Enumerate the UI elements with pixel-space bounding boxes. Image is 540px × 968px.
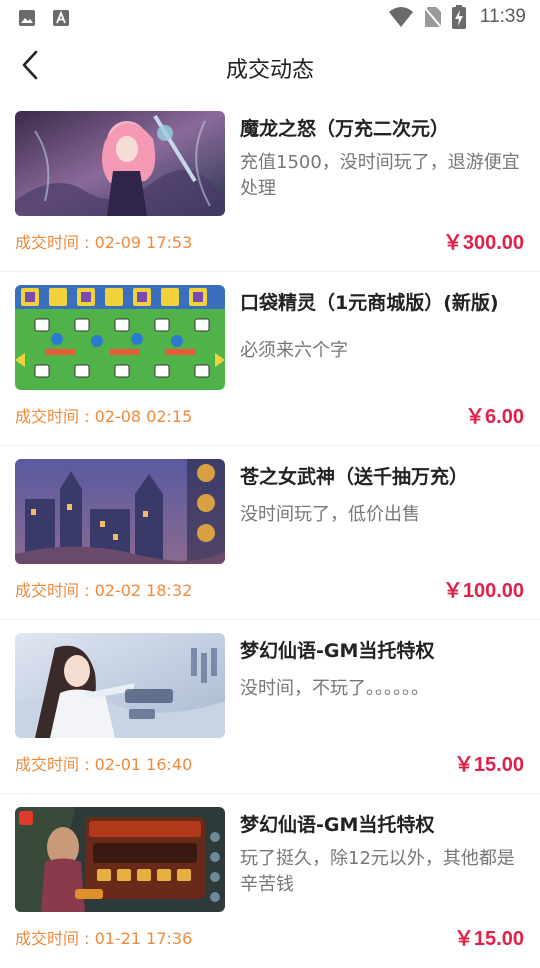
deal-price: ￥15.00 <box>453 928 524 950</box>
night-castle-town-image <box>15 459 225 564</box>
deal-description: 必须来六个字 <box>240 340 348 361</box>
deal-description: 玩了挺久，除12元以外，其他都是辛苦钱 <box>240 848 515 895</box>
title-bar: 成交动态 <box>0 36 540 98</box>
game-name: 魔龙之怒（万充二次元） <box>240 118 450 140</box>
deal-description: 没时间，不玩了。。。。。。 <box>240 678 429 699</box>
game-thumbnail <box>15 633 225 738</box>
game-name: 梦幻仙语-GM当托特权 <box>240 640 435 662</box>
deal-time: 成交时间 : 02-08 02:15 <box>15 407 193 426</box>
status-time: 11:39 <box>479 6 526 27</box>
no-sim-icon <box>424 6 442 28</box>
pixel-monster-grid-image <box>15 285 225 390</box>
deal-time: 成交时间 : 01-21 17:36 <box>15 929 193 948</box>
deal-price: ￥100.00 <box>442 580 524 602</box>
game-shop-dialog-image <box>15 807 225 912</box>
game-name: 口袋精灵（1元商城版）(新版) <box>240 292 499 314</box>
anime-girl-art-image <box>15 111 225 216</box>
game-name: 苍之女武神（送千抽万充） <box>240 466 469 488</box>
status-bar: 11:39 <box>0 0 540 36</box>
page-title: 成交动态 <box>225 58 314 83</box>
deal-item[interactable]: 梦幻仙语-GM当托特权 没时间，不玩了。。。。。。 成交时间 : 02-01 1… <box>0 620 540 794</box>
deal-item[interactable]: 口袋精灵（1元商城版）(新版) 必须来六个字 成交时间 : 02-08 02:1… <box>0 272 540 446</box>
game-thumbnail <box>15 285 225 390</box>
deal-time: 成交时间 : 02-01 16:40 <box>15 755 193 774</box>
game-thumbnail <box>15 807 225 912</box>
game-thumbnail <box>15 459 225 564</box>
deal-price: ￥15.00 <box>453 754 524 776</box>
deal-item[interactable]: 梦幻仙语-GM当托特权 玩了挺久，除12元以外，其他都是辛苦钱 成交时间 : 0… <box>0 794 540 968</box>
battery-charging-icon <box>451 5 466 29</box>
deal-item[interactable]: 苍之女武神（送千抽万充） 没时间玩了，低价出售 成交时间 : 02-02 18:… <box>0 446 540 620</box>
text-icon <box>52 9 70 27</box>
game-name: 梦幻仙语-GM当托特权 <box>240 814 435 836</box>
deal-price: ￥6.00 <box>465 406 524 428</box>
deal-list: 魔龙之怒（万充二次元） 充值1500，没时间玩了，退游便宜处理 成交时间 : 0… <box>0 98 540 968</box>
deal-description: 充值1500，没时间玩了，退游便宜处理 <box>240 152 520 199</box>
deal-time: 成交时间 : 02-02 18:32 <box>15 581 193 600</box>
deal-description: 没时间玩了，低价出售 <box>240 504 420 525</box>
image-icon <box>18 9 36 27</box>
wifi-icon <box>388 6 414 28</box>
deal-time: 成交时间 : 02-09 17:53 <box>15 233 193 252</box>
deal-price: ￥300.00 <box>442 232 524 254</box>
fairy-lady-snow-image <box>15 633 225 738</box>
deal-item[interactable]: 魔龙之怒（万充二次元） 充值1500，没时间玩了，退游便宜处理 成交时间 : 0… <box>0 98 540 272</box>
game-thumbnail <box>15 111 225 216</box>
